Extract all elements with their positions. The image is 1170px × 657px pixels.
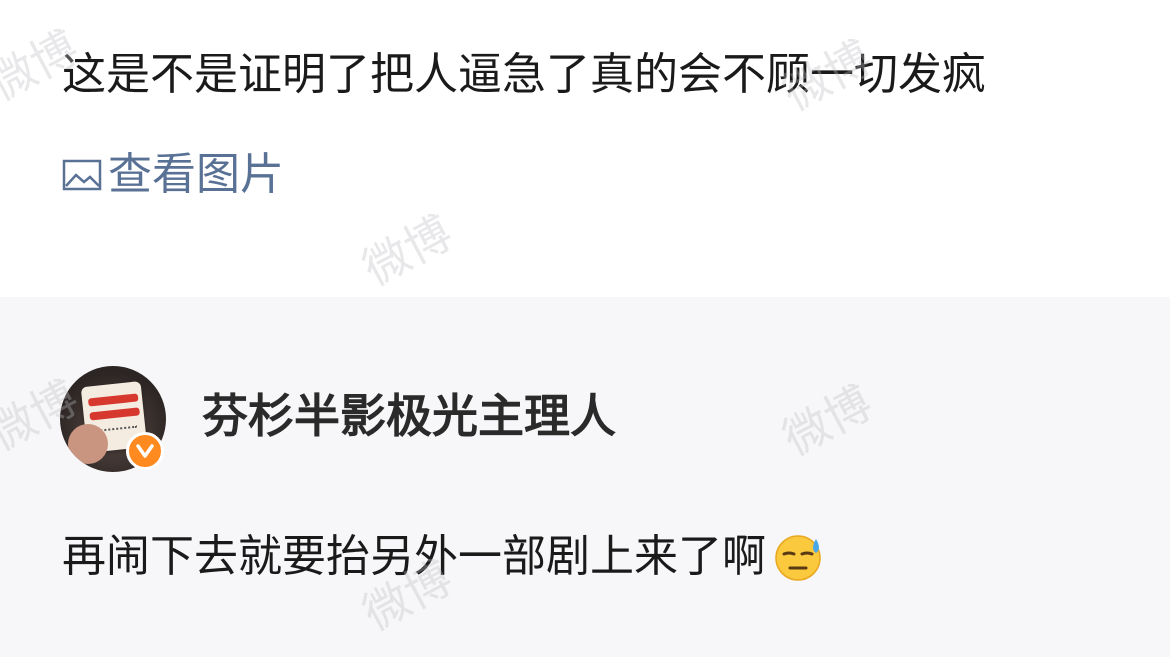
view-images-link[interactable]: 查看图片	[62, 146, 284, 204]
avatar-hand	[68, 424, 108, 464]
verified-badge-icon	[126, 432, 164, 470]
post-section: 这是不是证明了把人逼急了真的会不顾一切发疯 查看图片	[0, 0, 1170, 297]
comment-section	[0, 297, 1170, 657]
avatar-card-text-line	[89, 407, 140, 421]
avatar-card-text-line	[87, 393, 139, 407]
post-text: 这是不是证明了把人逼急了真的会不顾一切发疯	[62, 49, 986, 100]
view-images-label: 查看图片	[108, 149, 284, 200]
comment-body: 再闹下去就要抬另外一部剧上来了啊	[62, 528, 824, 586]
comment-text: 再闹下去就要抬另外一部剧上来了啊	[62, 531, 766, 582]
comment-username[interactable]: 芬杉半影极光主理人	[202, 386, 616, 446]
image-icon	[62, 159, 102, 191]
sweat-face-emoji-icon	[775, 535, 821, 581]
